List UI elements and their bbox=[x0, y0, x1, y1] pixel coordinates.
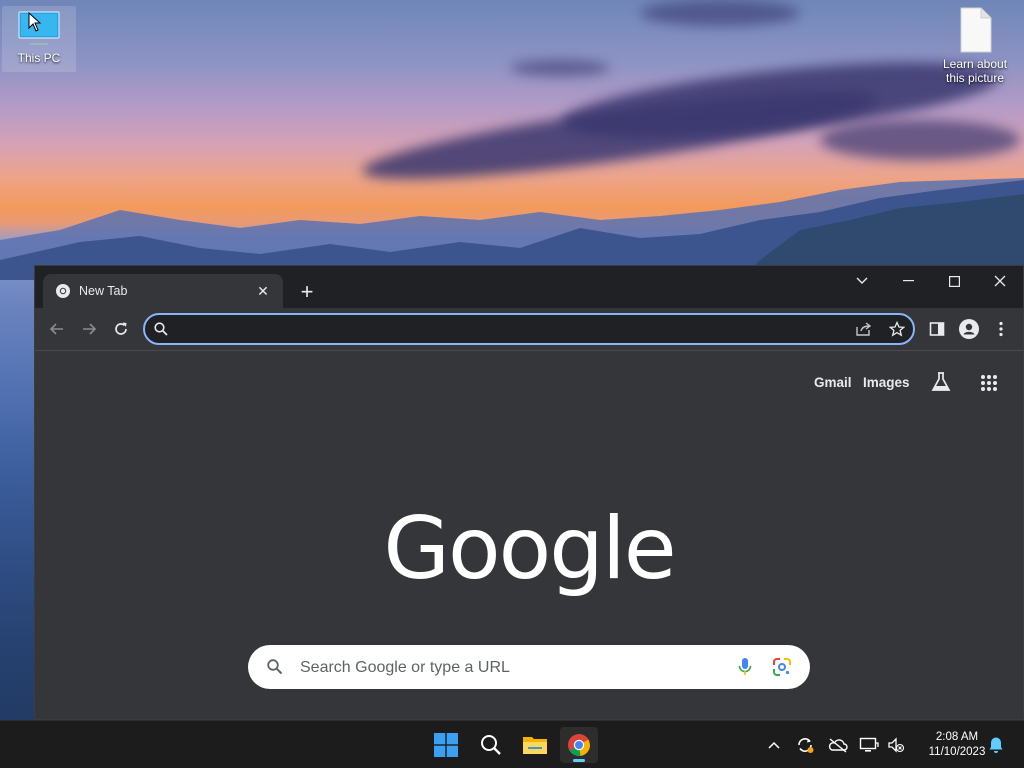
taskbar: 2:08 AM 11/10/2023 bbox=[0, 720, 1024, 768]
onedrive-tray-icon[interactable] bbox=[828, 735, 848, 755]
toolbar bbox=[35, 308, 1023, 350]
maximize-button[interactable] bbox=[931, 266, 977, 296]
side-panel-icon bbox=[929, 322, 945, 336]
network-monitor-icon bbox=[859, 737, 879, 752]
chrome-taskbar-button[interactable] bbox=[560, 727, 598, 763]
chevron-up-icon bbox=[768, 741, 780, 749]
google-search-box[interactable]: Search Google or type a URL bbox=[248, 645, 810, 689]
title-bar: New Tab ✕ + bbox=[35, 266, 1023, 308]
windows-logo-icon bbox=[434, 733, 458, 757]
file-explorer-button[interactable] bbox=[516, 727, 554, 763]
search-placeholder: Search Google or type a URL bbox=[300, 659, 510, 676]
document-icon bbox=[960, 7, 992, 53]
menu-button[interactable] bbox=[987, 315, 1015, 343]
new-tab-button[interactable]: + bbox=[293, 278, 321, 306]
profile-button[interactable] bbox=[955, 315, 983, 343]
bell-icon bbox=[989, 737, 1003, 753]
reload-button[interactable] bbox=[107, 315, 135, 343]
sync-icon bbox=[798, 738, 814, 753]
avatar-icon bbox=[959, 319, 979, 339]
sync-tray-icon[interactable] bbox=[795, 735, 815, 755]
gmail-link[interactable]: Gmail bbox=[814, 375, 852, 390]
start-button[interactable] bbox=[427, 727, 465, 763]
network-tray-icon[interactable] bbox=[859, 735, 879, 755]
active-indicator bbox=[573, 759, 585, 762]
back-button[interactable] bbox=[43, 315, 71, 343]
kebab-menu-icon bbox=[999, 321, 1003, 337]
microphone-icon[interactable] bbox=[738, 657, 752, 677]
minimize-button[interactable] bbox=[885, 266, 931, 296]
chevron-down-icon bbox=[856, 277, 868, 284]
search-icon bbox=[267, 659, 283, 675]
mouse-cursor-icon bbox=[28, 12, 42, 32]
labs-flask-icon[interactable] bbox=[930, 371, 952, 393]
chrome-favicon-icon bbox=[56, 284, 70, 298]
search-icon bbox=[154, 322, 168, 336]
bookmark-star-icon[interactable] bbox=[889, 321, 905, 337]
desktop-icon-learn-about-this-picture[interactable]: Learn about this picture bbox=[938, 6, 1012, 85]
search-icon bbox=[481, 735, 501, 755]
close-icon bbox=[994, 275, 1006, 287]
google-logo: Google bbox=[383, 499, 676, 599]
tab-title: New Tab bbox=[79, 284, 128, 298]
address-bar[interactable] bbox=[143, 313, 915, 345]
minimize-icon bbox=[902, 280, 914, 282]
arrow-left-icon bbox=[49, 323, 63, 335]
forward-button[interactable] bbox=[75, 315, 103, 343]
arrow-right-icon bbox=[83, 323, 97, 335]
folder-icon bbox=[523, 737, 547, 754]
notifications-button[interactable] bbox=[986, 735, 1006, 755]
volume-tray-icon[interactable] bbox=[886, 735, 906, 755]
speaker-muted-icon bbox=[888, 737, 905, 753]
google-apps-grid-icon[interactable] bbox=[980, 374, 998, 392]
show-hidden-icons-button[interactable] bbox=[764, 735, 784, 755]
tab-close-icon[interactable]: ✕ bbox=[253, 281, 273, 301]
chrome-icon bbox=[568, 734, 591, 757]
desktop-icon-label: This PC bbox=[17, 51, 61, 65]
tab-new-tab[interactable]: New Tab ✕ bbox=[43, 274, 283, 308]
new-tab-page: Gmail Images Google Search Google or typ… bbox=[35, 351, 1023, 719]
close-window-button[interactable] bbox=[977, 266, 1023, 296]
google-lens-icon[interactable] bbox=[772, 657, 792, 677]
share-icon[interactable] bbox=[855, 321, 873, 337]
cloud-off-icon bbox=[828, 738, 848, 753]
taskbar-search-button[interactable] bbox=[472, 727, 510, 763]
reload-icon bbox=[115, 322, 127, 335]
maximize-icon bbox=[948, 275, 960, 287]
chrome-window: New Tab ✕ + Gmail Images Google Search G… bbox=[34, 265, 1024, 720]
images-link[interactable]: Images bbox=[863, 375, 910, 390]
side-panel-button[interactable] bbox=[923, 315, 951, 343]
tab-search-button[interactable] bbox=[839, 266, 885, 296]
desktop-icon-label: Learn about this picture bbox=[942, 57, 1008, 85]
